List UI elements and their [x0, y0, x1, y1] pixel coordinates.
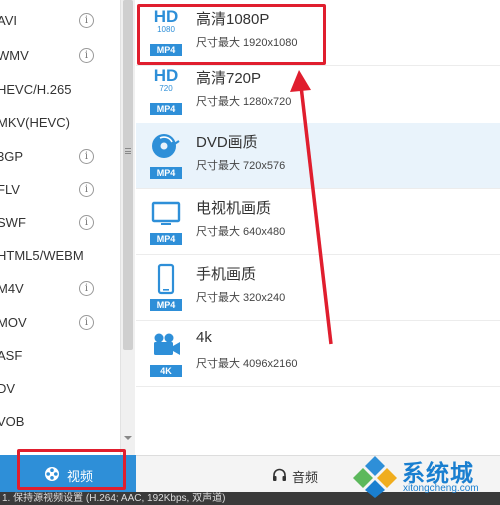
tab-audio-label: 音频 [292, 470, 319, 485]
format-badge: 4K [150, 365, 182, 377]
dvd-disc-icon: MP4 [150, 131, 182, 179]
preset-size: 尺寸最大 320x240 [196, 292, 286, 304]
preset-size: 尺寸最大 1280x720 [196, 96, 292, 108]
format-list-scrollbar[interactable] [120, 0, 135, 455]
format-list: AVI i WMV i HEVC/H.265 MKV(HEVC) 3GP i F… [0, 0, 120, 455]
info-icon[interactable]: i [79, 281, 94, 296]
annotation-highlight-1080p [137, 4, 326, 65]
format-label: M4V [0, 281, 24, 296]
format-label: AVI [0, 13, 17, 28]
format-label: VOB [0, 414, 25, 429]
annotation-highlight-video-tab [17, 449, 126, 490]
format-item-mov[interactable]: MOV i [0, 306, 120, 339]
preset-phone[interactable]: MP4 手机画质 尺寸最大 320x240 [136, 255, 500, 321]
format-badge: MP4 [150, 167, 182, 179]
format-label: 3GP [0, 149, 24, 164]
format-label: ASF [0, 348, 23, 363]
info-icon[interactable]: i [79, 48, 94, 63]
preset-4k[interactable]: 4K 4k 尺寸最大 4096x2160 [136, 321, 500, 387]
hd-icon-text: HD [153, 66, 179, 85]
preset-title: DVD画质 [196, 134, 258, 151]
preset-title: 4k [196, 329, 212, 346]
format-badge: MP4 [150, 299, 182, 311]
format-item-swf[interactable]: SWF i [0, 206, 120, 239]
grip-icon [125, 148, 131, 154]
format-label: SWF [0, 215, 26, 230]
format-label: HTML5/WEBM [0, 248, 84, 263]
preset-list: HD 1080 MP4 高清1080P 尺寸最大 1920x1080 HD 72… [136, 0, 500, 455]
format-item-avi[interactable]: AVI i [0, 4, 120, 37]
preset-size: 尺寸最大 4096x2160 [196, 358, 298, 370]
format-badge: MP4 [150, 233, 182, 245]
preset-720p[interactable]: HD 720 MP4 高清720P 尺寸最大 1280x720 [136, 59, 500, 125]
preset-title: 高清720P [196, 70, 262, 87]
headphones-icon [273, 468, 286, 481]
info-icon[interactable]: i [79, 149, 94, 164]
format-item-wmv[interactable]: WMV i [0, 39, 120, 72]
format-label: DV [0, 381, 16, 396]
format-item-html5-webm[interactable]: HTML5/WEBM [0, 239, 120, 272]
preset-size: 尺寸最大 720x576 [196, 160, 286, 172]
watermark-url: xitongcheng.com [403, 483, 479, 494]
hd-icon-resolution: 720 [159, 84, 173, 93]
format-item-m4v[interactable]: M4V i [0, 272, 120, 305]
preset-tv[interactable]: MP4 电视机画质 尺寸最大 640x480 [136, 189, 500, 255]
phone-icon: MP4 [150, 263, 182, 311]
format-label: MOV [0, 315, 27, 330]
camera-icon: 4K [150, 329, 182, 377]
format-label: FLV [0, 182, 20, 197]
preset-title: 电视机画质 [196, 200, 272, 217]
scrollbar-thumb[interactable] [123, 0, 133, 350]
format-item-hevc[interactable]: HEVC/H.265 [0, 73, 120, 106]
scroll-down-arrow-icon[interactable] [124, 436, 132, 440]
preset-dvd[interactable]: MP4 DVD画质 尺寸最大 720x576 [136, 123, 500, 189]
format-item-asf[interactable]: ASF [0, 339, 120, 372]
format-item-vob[interactable]: VOB [0, 405, 120, 438]
info-icon[interactable]: i [79, 13, 94, 28]
hd-icon: HD 720 MP4 [150, 67, 182, 115]
format-badge: MP4 [150, 103, 182, 115]
format-item-3gp[interactable]: 3GP i [0, 140, 120, 173]
format-item-mkv-hevc[interactable]: MKV(HEVC) [0, 106, 120, 139]
format-label: MKV(HEVC) [0, 115, 70, 130]
format-item-flv[interactable]: FLV i [0, 173, 120, 206]
info-icon[interactable]: i [79, 182, 94, 197]
format-item-dv[interactable]: DV [0, 372, 120, 405]
watermark: 系统城 xitongcheng.com [347, 452, 500, 500]
watermark-logo-icon [353, 456, 397, 498]
preset-title: 手机画质 [196, 266, 257, 283]
preset-size: 尺寸最大 640x480 [196, 226, 286, 238]
info-icon[interactable]: i [79, 315, 94, 330]
format-label: HEVC/H.265 [0, 82, 72, 97]
tv-icon: MP4 [150, 197, 182, 245]
info-icon[interactable]: i [79, 215, 94, 230]
format-label: WMV [0, 48, 29, 63]
